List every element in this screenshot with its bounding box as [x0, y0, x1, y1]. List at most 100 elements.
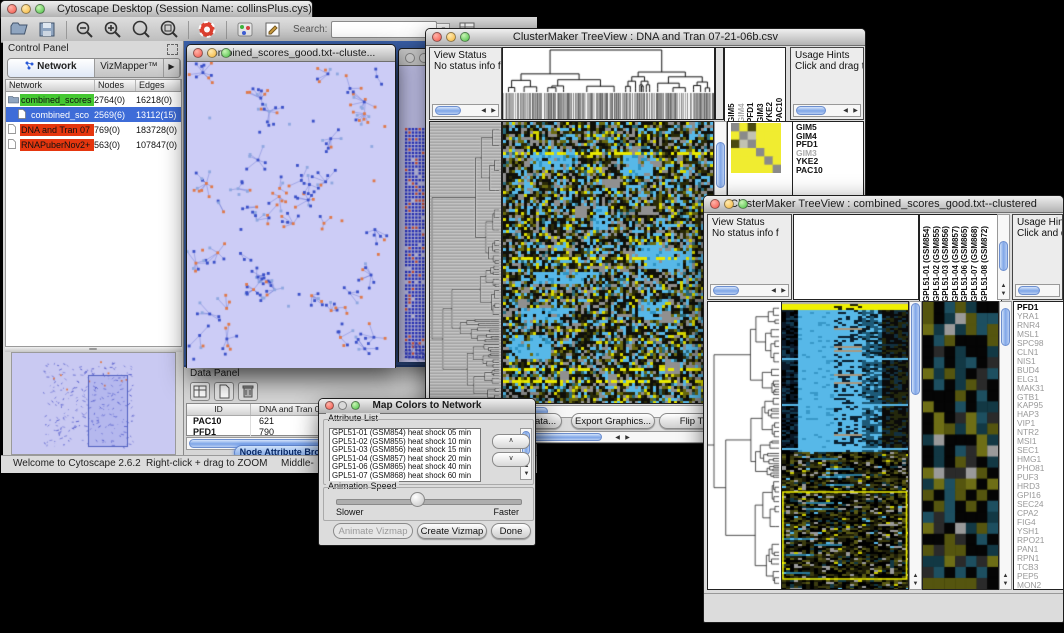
usage-hints-hscrollbar[interactable] [1015, 284, 1060, 297]
scrollbar-thumb[interactable] [716, 142, 725, 188]
column-header-edges[interactable]: Edges [136, 80, 181, 91]
move-down-button[interactable]: ∨ [492, 452, 530, 467]
zoom-button[interactable] [221, 48, 231, 58]
export-graphics-button[interactable]: Export Graphics... [571, 413, 655, 429]
select-attributes-icon[interactable] [190, 382, 210, 401]
create-vizmap-button[interactable]: Create Vizmap [417, 523, 487, 539]
network-edges-count: 183728(0) [136, 125, 181, 135]
scrollbar-thumb[interactable] [796, 106, 826, 115]
attribute-list[interactable]: GPL51-01 (GSM854) heat shock 05 minGPL51… [329, 428, 481, 482]
minimize-button[interactable] [446, 32, 456, 42]
column-header-nodes[interactable]: Nodes [95, 80, 136, 91]
scroll-left-icon[interactable]: ◀ [479, 108, 488, 115]
dialog-titlebar[interactable]: Map Colors to Network [319, 399, 535, 414]
open-folder-icon[interactable] [9, 20, 29, 39]
column-header-id[interactable]: ID [187, 404, 251, 415]
column-header-network[interactable]: Network [6, 80, 95, 91]
treeview1-titlebar[interactable]: ClusterMaker TreeView : DNA and Tran 07-… [426, 29, 865, 46]
zoom-button[interactable] [351, 401, 360, 410]
annotation-icon[interactable] [263, 20, 283, 39]
treeview2-labels-vscrollbar[interactable]: ▲ ▼ [997, 214, 1010, 300]
scroll-down-icon[interactable]: ▼ [522, 471, 531, 478]
animation-speed-slider[interactable] [336, 499, 522, 505]
network-name: combined_sco [30, 109, 94, 121]
new-attribute-icon[interactable] [214, 382, 234, 401]
close-button[interactable] [193, 48, 203, 58]
float-panel-icon[interactable] [167, 44, 178, 55]
zoom-button[interactable] [35, 4, 45, 14]
treeview1-heatmap[interactable] [502, 121, 714, 404]
treeview1-column-dendrogram[interactable] [502, 47, 715, 120]
treeview2-row-dendrogram[interactable] [707, 301, 782, 590]
scroll-left-icon[interactable]: ◀ [613, 435, 622, 442]
treeview2-heatmap[interactable] [781, 301, 909, 590]
network-list-item[interactable]: combined_scores2764(0)16218(0) [6, 92, 181, 107]
treeview2-titlebar[interactable]: ClusterMaker TreeView : combined_scores_… [704, 196, 1063, 213]
attribute-list-item[interactable]: GPL51-07 (GSM868) heat shock 60 min [330, 472, 480, 481]
scroll-right-icon[interactable]: ▶ [779, 288, 788, 295]
scroll-down-icon[interactable]: ▼ [911, 581, 920, 588]
zoom-button[interactable] [738, 199, 748, 209]
scrollbar-thumb[interactable] [911, 303, 920, 395]
scroll-left-icon[interactable]: ◀ [769, 288, 778, 295]
zoom-selected-icon[interactable] [131, 20, 151, 39]
treeview1-row-dendrogram[interactable] [429, 121, 502, 404]
scrollbar-thumb[interactable] [713, 286, 739, 295]
scroll-left-icon[interactable]: ◀ [841, 108, 850, 115]
scroll-down-icon[interactable]: ▼ [999, 291, 1008, 298]
usage-hints-hscrollbar[interactable]: ◀ ▶ [793, 104, 861, 117]
view-status-hscrollbar[interactable]: ◀ ▶ [710, 284, 789, 297]
network-list-item[interactable]: DNA and Tran 07769(0)183728(0) [6, 122, 181, 137]
treeview2-view-status: View Status No status info f ◀ ▶ [707, 214, 792, 300]
close-button[interactable] [7, 4, 17, 14]
tab-overflow-arrow[interactable]: ▶ [164, 59, 180, 77]
tab-network[interactable]: Network [8, 59, 95, 77]
scrollbar-thumb[interactable] [1018, 286, 1040, 295]
zoom-out-icon[interactable] [75, 20, 95, 39]
slider-thumb[interactable] [410, 492, 425, 507]
treeview2-zoom-vscrollbar[interactable]: ▲ ▼ [999, 301, 1012, 590]
search-input[interactable]: ▼ [331, 21, 437, 38]
minimize-button[interactable] [207, 48, 217, 58]
scroll-right-icon[interactable]: ▶ [623, 435, 632, 442]
main-titlebar[interactable]: Cytoscape Desktop (Session Name: collins… [1, 1, 312, 18]
minimize-button[interactable] [21, 4, 31, 14]
treeview2-heatmap-vscrollbar[interactable]: ▲ ▼ [909, 301, 922, 590]
help-lifebuoy-icon[interactable] [197, 20, 217, 39]
scroll-right-icon[interactable]: ▶ [489, 108, 498, 115]
scroll-down-icon[interactable]: ▼ [1001, 581, 1010, 588]
scroll-up-icon[interactable]: ▲ [999, 283, 1008, 290]
scrollbar-thumb[interactable] [435, 106, 461, 115]
scroll-up-icon[interactable]: ▲ [911, 573, 920, 580]
zoom-fit-icon[interactable] [159, 20, 179, 39]
done-button[interactable]: Done [491, 523, 531, 539]
tab-vizmapper[interactable]: VizMapper™ [95, 59, 164, 77]
treeview1-zoom-matrix[interactable] [731, 123, 781, 173]
zoom-button[interactable] [460, 32, 470, 42]
vizmap-nodes-icon[interactable] [235, 20, 255, 39]
scrollbar-thumb[interactable] [1001, 308, 1010, 346]
save-icon[interactable] [37, 20, 57, 39]
view-status-hscrollbar[interactable]: ◀ ▶ [432, 104, 499, 117]
network1-canvas[interactable] [187, 62, 395, 368]
network-list-item[interactable]: combined_sco2569(6)13112(15) [6, 107, 181, 122]
close-button[interactable] [432, 32, 442, 42]
scrollbar-thumb[interactable] [999, 241, 1008, 271]
delete-attribute-icon[interactable] [238, 382, 258, 401]
column-tree-scrollbar[interactable] [715, 47, 724, 120]
move-up-button[interactable]: ∧ [492, 434, 530, 449]
close-button[interactable] [325, 401, 334, 410]
minimize-button[interactable] [724, 199, 734, 209]
minimize-button[interactable] [338, 401, 347, 410]
treeview2-zoom-heatmap[interactable] [922, 301, 999, 590]
network-overview-canvas[interactable] [12, 353, 173, 452]
gene-label[interactable]: MON2 [1017, 581, 1063, 590]
network1-titlebar[interactable]: combined_scores_good.txt--cluste... [187, 45, 395, 62]
scroll-up-icon[interactable]: ▲ [1001, 573, 1010, 580]
network-overview-panel[interactable] [11, 352, 176, 455]
network-list-item[interactable]: RNAPuberNov2+563(0)107847(0) [6, 137, 181, 152]
zoom-in-icon[interactable] [103, 20, 123, 39]
scroll-right-icon[interactable]: ▶ [851, 108, 860, 115]
close-button[interactable] [710, 199, 720, 209]
treeview2-gene-list[interactable]: PFD1YRA1RNR4MSL1SPC98CLN1NIS1BUD4ELG1MAK… [1013, 301, 1064, 590]
